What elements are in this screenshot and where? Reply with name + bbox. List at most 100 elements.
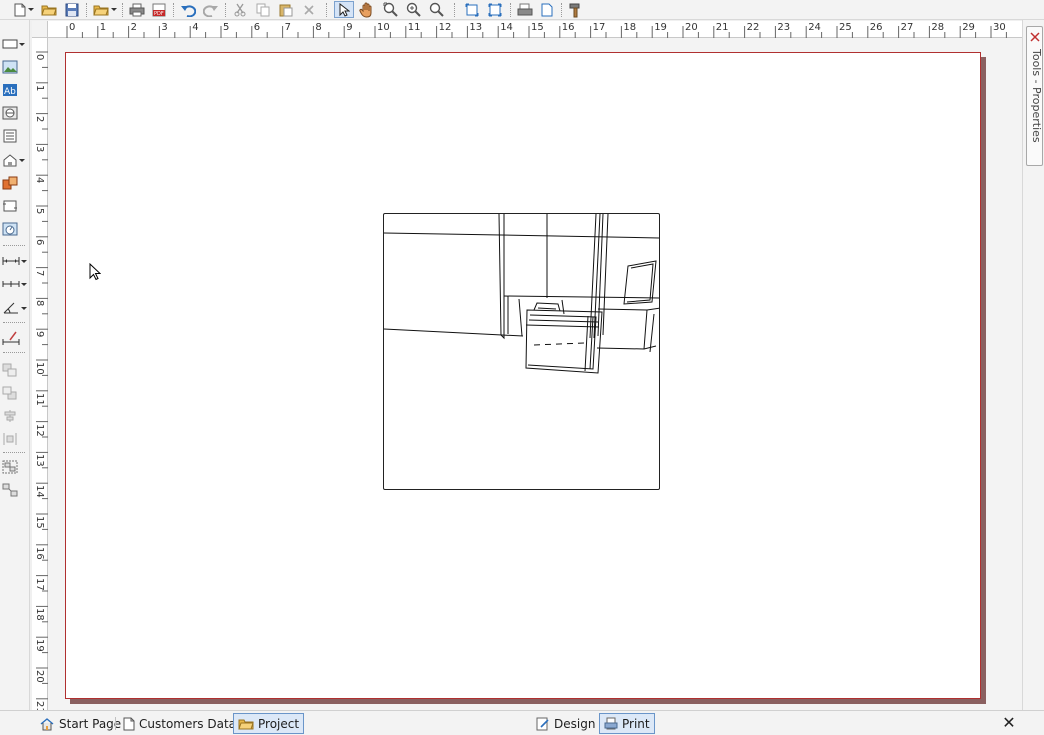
- ruler-label: 17: [34, 577, 45, 591]
- ruler-label: 4: [34, 177, 45, 184]
- ruler-label: 10: [377, 22, 390, 33]
- text-icon: Ab: [3, 84, 17, 97]
- redo-icon: [203, 4, 218, 17]
- chart-tool[interactable]: [2, 219, 28, 239]
- ruler-label: 15: [531, 22, 544, 33]
- ruler-label: 5: [34, 208, 45, 215]
- distribute-tool[interactable]: [2, 429, 28, 449]
- distribute-icon: [3, 433, 17, 445]
- layout-canvas[interactable]: [48, 38, 1022, 710]
- fit-all-icon: [488, 3, 502, 16]
- undo-button[interactable]: [179, 1, 197, 18]
- send-backward-icon: [2, 386, 17, 400]
- svg-text:Ab: Ab: [4, 87, 16, 97]
- mouse-cursor-icon: [89, 263, 101, 281]
- redo-button[interactable]: [202, 1, 220, 18]
- tools-properties-tab[interactable]: Tools - Properties: [1026, 26, 1043, 166]
- ruler-label: 16: [561, 22, 575, 33]
- angle-icon: [3, 302, 18, 314]
- tab-project[interactable]: Project: [233, 713, 305, 734]
- bottom-tab-bar: Start Page Customers Data Project Design…: [0, 710, 1044, 735]
- measure-icon: [2, 331, 20, 345]
- zoom-out-icon: [429, 2, 444, 17]
- text-tool[interactable]: Ab: [2, 80, 28, 100]
- tools-button[interactable]: [566, 1, 586, 18]
- zoom-out-button[interactable]: [427, 1, 447, 18]
- component-tool[interactable]: [2, 173, 28, 193]
- chain-dimension-tool[interactable]: [2, 274, 28, 294]
- paste-button[interactable]: [277, 1, 295, 18]
- open-recent-button[interactable]: [92, 1, 118, 18]
- angle-dimension-tool[interactable]: [2, 298, 28, 318]
- zoom-in-button[interactable]: [404, 1, 424, 18]
- image-icon: [2, 60, 18, 74]
- fit-all-button[interactable]: [485, 1, 505, 18]
- undo-icon: [181, 4, 196, 17]
- ruler-label: 29: [962, 22, 975, 33]
- house-tool[interactable]: [2, 150, 28, 170]
- print-button[interactable]: [128, 1, 146, 18]
- fit-page-icon: [465, 3, 479, 16]
- tab-project-label: Project: [258, 716, 300, 731]
- tab-print-label: Print: [622, 716, 650, 731]
- ruler-label: 0: [69, 22, 76, 33]
- image-tool[interactable]: [2, 57, 28, 77]
- align-tool[interactable]: [2, 406, 28, 426]
- copy-button[interactable]: [254, 1, 272, 18]
- group-tool[interactable]: [2, 457, 28, 477]
- list-tool[interactable]: [2, 126, 28, 146]
- open-button[interactable]: [40, 1, 58, 18]
- send-backward-tool[interactable]: [2, 383, 28, 403]
- pan-tool-button[interactable]: [357, 1, 377, 18]
- ungroup-icon: [2, 483, 18, 497]
- page-icon: [541, 3, 553, 16]
- close-tab-button[interactable]: ✕: [1002, 714, 1016, 732]
- tab-design-label: Design: [554, 716, 596, 731]
- export-pdf-button[interactable]: PDF: [150, 1, 168, 18]
- ruler-label: 6: [253, 22, 261, 33]
- chain-dimension-icon: [2, 281, 20, 287]
- save-button[interactable]: [63, 1, 81, 18]
- design-icon: [536, 717, 549, 730]
- zoom-window-button[interactable]: [381, 1, 401, 18]
- select-tool-button[interactable]: [334, 1, 354, 18]
- tab-customers-data[interactable]: Customers Data: [118, 713, 241, 734]
- frame-icon: [3, 200, 17, 212]
- new-document-button[interactable]: [12, 1, 36, 18]
- zoom-in-icon: [406, 2, 421, 17]
- delete-button[interactable]: [300, 1, 318, 18]
- tab-print[interactable]: Print: [599, 713, 655, 734]
- ruler-label: 19: [654, 22, 667, 33]
- ruler-label: 14: [500, 22, 513, 33]
- measure-tool[interactable]: [2, 328, 28, 348]
- rectangle-tool[interactable]: [2, 34, 28, 54]
- ungroup-tool[interactable]: [2, 480, 28, 500]
- ruler-label: 2: [130, 22, 137, 33]
- ruler-label: 26: [869, 22, 883, 33]
- 3d-wireframe-render: [384, 214, 659, 374]
- open-folder-icon: [93, 5, 109, 16]
- bring-forward-tool[interactable]: [2, 360, 28, 380]
- page-setup-button[interactable]: [538, 1, 556, 18]
- frame-tool[interactable]: [2, 196, 28, 216]
- 3d-view-frame[interactable]: [383, 213, 660, 490]
- 3d-view-tool[interactable]: [2, 103, 28, 123]
- fit-page-button[interactable]: [462, 1, 482, 18]
- ruler-label: 20: [34, 670, 45, 683]
- cut-button[interactable]: [231, 1, 249, 18]
- bring-forward-icon: [2, 363, 17, 377]
- ruler-label: 10: [34, 362, 45, 375]
- print-icon: [129, 3, 145, 16]
- list-icon: [3, 129, 17, 143]
- tab-start-page[interactable]: Start Page: [34, 713, 126, 734]
- print-preview-button[interactable]: [515, 1, 535, 18]
- print-page[interactable]: [65, 52, 981, 699]
- paste-icon: [279, 4, 293, 16]
- ruler-label: 11: [407, 22, 421, 33]
- group-icon: [2, 460, 18, 474]
- ruler-label: 18: [34, 608, 45, 622]
- tab-design[interactable]: Design: [531, 713, 600, 734]
- dimension-tool[interactable]: [2, 251, 28, 271]
- zoom-icon: [383, 2, 398, 17]
- ruler-label: 25: [839, 22, 852, 33]
